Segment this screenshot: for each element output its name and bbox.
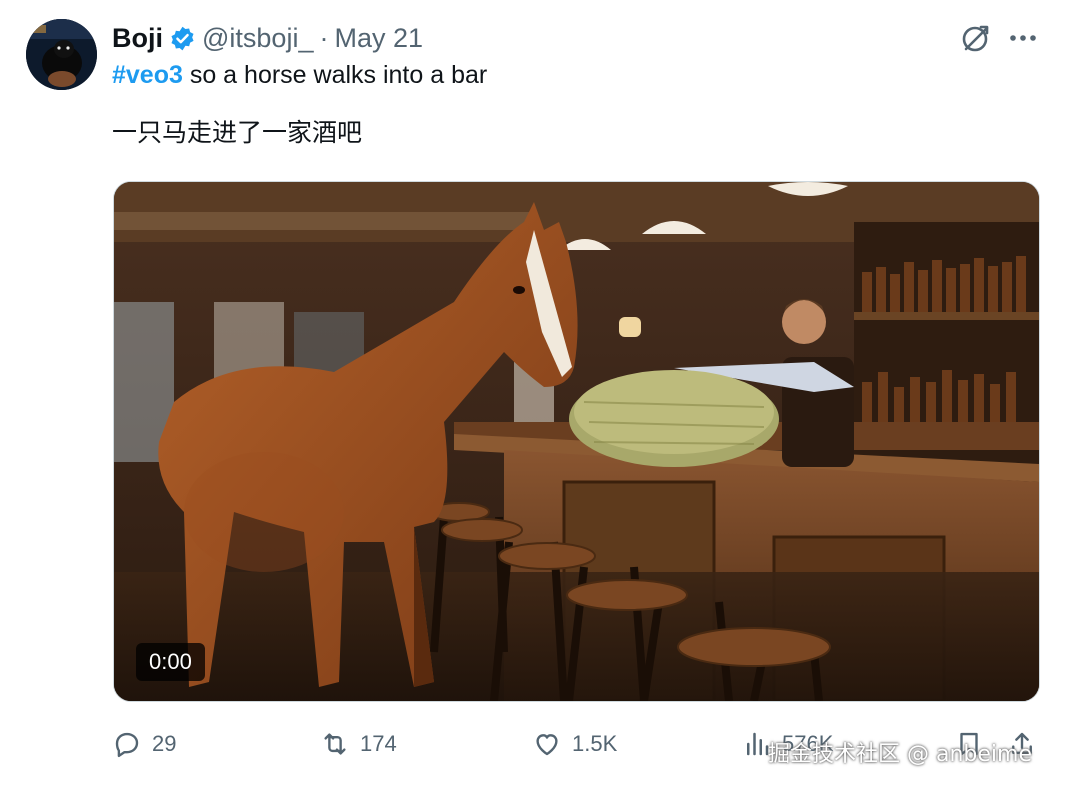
- repost-icon: [324, 733, 346, 755]
- tweet-header: Boji @itsboji_ · May 21: [112, 20, 423, 56]
- tweet-date[interactable]: May 21: [334, 23, 423, 54]
- like-icon: [536, 734, 558, 756]
- like-button[interactable]: 1.5K: [532, 722, 617, 766]
- like-count: 1.5K: [572, 731, 618, 756]
- reply-icon: [115, 732, 139, 758]
- hashtag-link[interactable]: #veo3: [112, 61, 183, 89]
- video-player[interactable]: 0:00: [113, 181, 1040, 702]
- author-name[interactable]: Boji: [112, 23, 163, 54]
- author-handle[interactable]: @itsboji_: [202, 23, 313, 54]
- watermark-text: 掘金技术社区 @ anbeime: [768, 742, 1032, 767]
- video-timestamp: 0:00: [136, 643, 205, 681]
- tweet-text-line-2: 一只马走进了一家酒吧: [112, 119, 363, 147]
- repost-button[interactable]: 174: [320, 722, 397, 766]
- grok-icon[interactable]: [960, 22, 992, 54]
- reply-button[interactable]: 29: [112, 722, 176, 766]
- repost-count: 174: [360, 731, 397, 756]
- more-icon[interactable]: [1008, 24, 1038, 52]
- separator-dot: ·: [319, 22, 329, 53]
- tweet-text: so a horse walks into a bar: [182, 61, 488, 89]
- verified-badge-icon: [169, 25, 196, 52]
- reply-count: 29: [152, 731, 177, 756]
- tweet-text-line-1: #veo3 so a horse walks into a bar: [112, 61, 487, 90]
- avatar[interactable]: [26, 19, 97, 90]
- video-frame: [114, 182, 1039, 701]
